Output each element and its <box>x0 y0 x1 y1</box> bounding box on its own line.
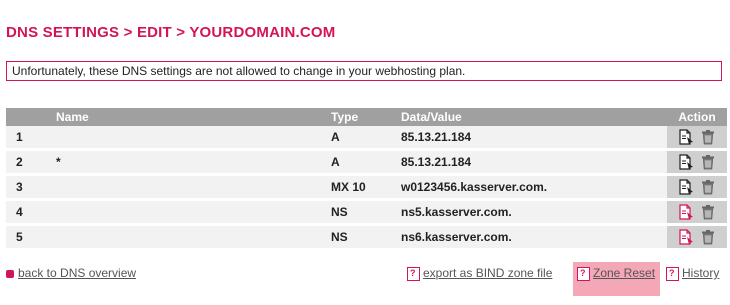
row-type: A <box>331 126 401 151</box>
trash-icon[interactable] <box>700 154 716 170</box>
row-actions <box>667 176 727 201</box>
zone-reset-wrap[interactable]: ? Zone Reset <box>573 262 660 296</box>
row-name <box>56 176 331 201</box>
row-id: 4 <box>6 201 56 226</box>
zone-reset-link[interactable]: Zone Reset <box>593 266 655 280</box>
row-value: w0123456.kasserver.com. <box>401 176 667 201</box>
history-wrap[interactable]: ? History <box>666 266 719 281</box>
back-link-wrap[interactable]: back to DNS overview <box>6 266 136 280</box>
export-bind-zone-link[interactable]: export as BIND zone file <box>423 266 552 280</box>
back-square-icon <box>6 269 14 278</box>
row-name <box>56 226 331 251</box>
row-type: NS <box>331 201 401 226</box>
question-document-icon: ? <box>666 266 679 281</box>
header-action: Action <box>667 108 727 126</box>
row-actions <box>667 126 727 151</box>
table-header-row: Name Type Data/Value Action <box>6 108 727 126</box>
row-value: ns5.kasserver.com. <box>401 201 667 226</box>
trash-icon[interactable] <box>700 129 716 145</box>
table-row: 3 MX 10 w0123456.kasserver.com. <box>6 176 727 201</box>
edit-document-icon[interactable] <box>678 179 694 195</box>
page-title: DNS SETTINGS > EDIT > YOURDOMAIN.COM <box>6 24 336 41</box>
row-type: A <box>331 151 401 176</box>
table-row: 4 NS ns5.kasserver.com. <box>6 201 727 226</box>
question-document-icon: ? <box>577 266 590 281</box>
row-id: 2 <box>6 151 56 176</box>
edit-document-icon[interactable] <box>678 229 694 245</box>
trash-icon[interactable] <box>700 204 716 220</box>
trash-icon[interactable] <box>700 229 716 245</box>
dns-records-table: Name Type Data/Value Action 1 A 85.13.21.1… <box>6 108 727 251</box>
trash-icon[interactable] <box>700 179 716 195</box>
edit-document-icon[interactable] <box>678 154 694 170</box>
row-value: 85.13.21.184 <box>401 151 667 176</box>
back-to-dns-overview-link[interactable]: back to DNS overview <box>18 266 136 280</box>
table-row: 2 * A 85.13.21.184 <box>6 151 727 176</box>
header-type: Type <box>331 108 401 126</box>
header-value: Data/Value <box>401 108 667 126</box>
row-id: 1 <box>6 126 56 151</box>
row-actions <box>667 226 727 251</box>
row-type: MX 10 <box>331 176 401 201</box>
permission-notice: Unfortunately, these DNS settings are no… <box>6 61 722 81</box>
row-actions <box>667 201 727 226</box>
edit-document-icon[interactable] <box>678 204 694 220</box>
row-value: ns6.kasserver.com. <box>401 226 667 251</box>
history-link[interactable]: History <box>682 266 719 280</box>
row-value: 85.13.21.184 <box>401 126 667 151</box>
row-name <box>56 201 331 226</box>
question-document-icon: ? <box>407 266 420 281</box>
edit-document-icon[interactable] <box>678 129 694 145</box>
header-name: Name <box>56 108 331 126</box>
export-wrap[interactable]: ? export as BIND zone file <box>407 266 552 281</box>
row-name: * <box>56 151 331 176</box>
table-row: 5 NS ns6.kasserver.com. <box>6 226 727 251</box>
row-id: 5 <box>6 226 56 251</box>
row-id: 3 <box>6 176 56 201</box>
table-row: 1 A 85.13.21.184 <box>6 126 727 151</box>
row-actions <box>667 151 727 176</box>
row-name <box>56 126 331 151</box>
row-type: NS <box>331 226 401 251</box>
